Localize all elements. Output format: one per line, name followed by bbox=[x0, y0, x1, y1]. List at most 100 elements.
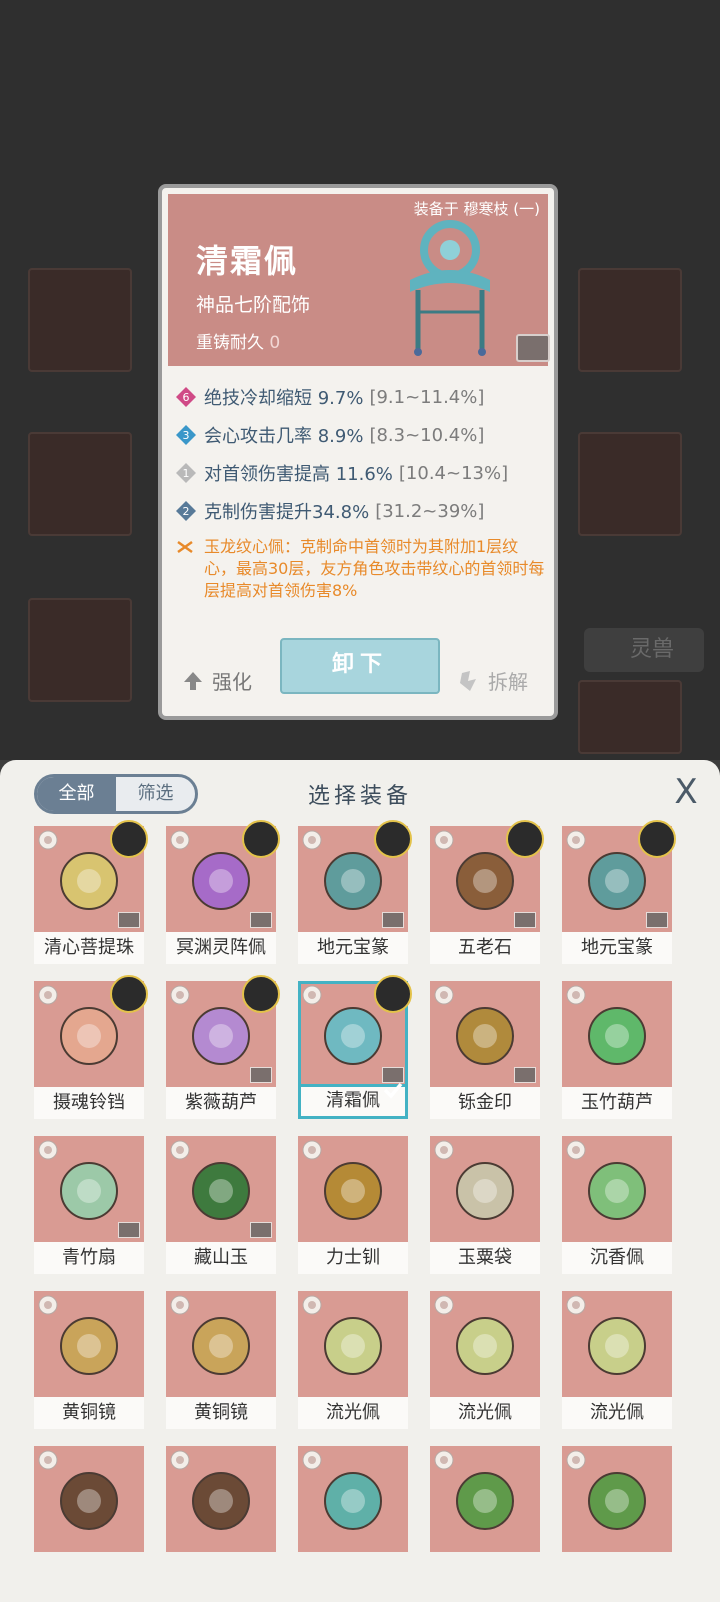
equipment-name: 力士钏 bbox=[298, 1242, 408, 1274]
equipment-tile[interactable]: 摄魂铃铛 bbox=[34, 975, 148, 1119]
recast-label: 重铸耐久 bbox=[196, 333, 264, 353]
equipment-art-icon bbox=[192, 1162, 250, 1221]
equipped-hero-avatar bbox=[374, 820, 412, 858]
equipment-art-icon bbox=[456, 1007, 514, 1066]
equipment-tile[interactable]: 五老石 bbox=[430, 820, 544, 964]
svg-text:2: 2 bbox=[183, 505, 190, 518]
equipment-tile[interactable]: 青竹扇 bbox=[34, 1136, 144, 1274]
equipment-image bbox=[562, 1136, 672, 1242]
equipment-tile[interactable]: 地元宝篆 bbox=[298, 820, 412, 964]
equipment-name: 地元宝篆 bbox=[298, 932, 408, 964]
strengthen-label: 强化 bbox=[212, 670, 252, 694]
equipment-tile[interactable] bbox=[298, 1446, 408, 1584]
equipment-tile[interactable]: 玉竹葫芦 bbox=[562, 981, 672, 1119]
svg-text:1: 1 bbox=[183, 467, 190, 480]
lock-icon bbox=[250, 1067, 272, 1083]
equipped-hero-avatar bbox=[242, 820, 280, 858]
item-name: 清霜佩 bbox=[196, 242, 299, 280]
equipped-hero-avatar bbox=[374, 975, 412, 1013]
equipment-tile[interactable]: 清霜佩 bbox=[298, 975, 412, 1119]
equipment-tile[interactable]: 黄铜镜 bbox=[34, 1291, 144, 1429]
equipment-image bbox=[562, 1446, 672, 1552]
equipment-tile[interactable]: 力士钏 bbox=[298, 1136, 408, 1274]
equipment-art-icon bbox=[60, 1007, 118, 1066]
equipment-image bbox=[430, 981, 540, 1087]
stat-text: 克制伤害提升34.8% bbox=[204, 502, 370, 523]
recast-durability: 重铸耐久 0 bbox=[196, 328, 280, 353]
dismantle-label: 拆解 bbox=[488, 670, 528, 694]
recast-value: 0 bbox=[269, 333, 281, 353]
equipment-art-icon bbox=[456, 1317, 514, 1376]
lock-icon bbox=[250, 912, 272, 928]
bg-spirit-beast-tab: 灵兽 bbox=[584, 628, 704, 672]
equipment-name: 沉香佩 bbox=[562, 1242, 672, 1274]
equipment-tile[interactable]: 藏山玉 bbox=[166, 1136, 276, 1274]
equipped-hero-avatar bbox=[506, 820, 544, 858]
lock-icon bbox=[382, 912, 404, 928]
equipment-tile[interactable]: 铄金印 bbox=[430, 981, 540, 1119]
equipment-tile[interactable]: 清心菩提珠 bbox=[34, 820, 148, 964]
equipped-on-label: 装备于 穆寒枝 (一) bbox=[413, 200, 540, 218]
equipment-tile[interactable]: 紫薇葫芦 bbox=[166, 975, 280, 1119]
equipment-tile[interactable] bbox=[430, 1446, 540, 1584]
bg-equip-slot bbox=[28, 268, 132, 372]
stat-row: 6 绝技冷却缩短 9.7% [9.1~11.4%] bbox=[176, 378, 548, 416]
equipment-image bbox=[298, 1446, 408, 1552]
lock-icon bbox=[118, 912, 140, 928]
item-header: 装备于 穆寒枝 (一) 清霜佩 神品七阶配饰 重铸耐久 0 bbox=[168, 194, 550, 366]
equipment-name: 玉竹葫芦 bbox=[562, 1087, 672, 1119]
equipment-tile[interactable] bbox=[34, 1446, 144, 1584]
stat-row: 2 克制伤害提升34.8% [31.2~39%] bbox=[176, 492, 548, 530]
close-button[interactable]: X bbox=[668, 774, 704, 810]
equipment-tile[interactable]: 流光佩 bbox=[430, 1291, 540, 1429]
equipment-art-icon bbox=[60, 1317, 118, 1376]
equipment-image bbox=[34, 1291, 144, 1397]
equipment-tile[interactable]: 地元宝篆 bbox=[562, 820, 676, 964]
equipment-art-icon bbox=[324, 1007, 382, 1066]
lock-icon bbox=[250, 1222, 272, 1238]
equipment-image bbox=[166, 1291, 276, 1397]
equipment-tile[interactable]: 沉香佩 bbox=[562, 1136, 672, 1274]
equipment-tile[interactable]: 玉粟袋 bbox=[430, 1136, 540, 1274]
equipment-tile[interactable] bbox=[562, 1446, 672, 1584]
stat-level-icon: 1 bbox=[176, 463, 196, 483]
stat-row: 1 对首领伤害提高 11.6% [10.4~13%] bbox=[176, 454, 548, 492]
unequip-button[interactable]: 卸下 bbox=[280, 638, 440, 694]
svg-text:6: 6 bbox=[183, 391, 190, 404]
stat-range: [8.3~10.4%] bbox=[369, 424, 485, 446]
equipment-image bbox=[166, 1136, 276, 1242]
equipment-image bbox=[562, 981, 672, 1087]
strengthen-button[interactable]: 强化 bbox=[182, 666, 252, 695]
equipment-tile[interactable]: 黄铜镜 bbox=[166, 1291, 276, 1429]
lock-button[interactable] bbox=[516, 334, 550, 362]
equipment-image bbox=[430, 1446, 540, 1552]
equipment-tile[interactable]: 冥渊灵阵佩 bbox=[166, 820, 280, 964]
panel-title: 选择装备 bbox=[307, 784, 412, 809]
equipment-tile[interactable]: 流光佩 bbox=[562, 1291, 672, 1429]
equipment-art-icon bbox=[456, 1162, 514, 1221]
equipment-name: 黄铜镜 bbox=[166, 1397, 276, 1429]
equipment-name: 流光佩 bbox=[562, 1397, 672, 1429]
item-detail-card: 装备于 穆寒枝 (一) 清霜佩 神品七阶配饰 重铸耐久 0 6 绝技冷却缩短 9.… bbox=[158, 184, 558, 720]
equipped-hero-avatar bbox=[110, 820, 148, 858]
bg-equip-slot bbox=[28, 598, 132, 702]
equipment-name: 紫薇葫芦 bbox=[166, 1087, 276, 1119]
stat-range: [9.1~11.4%] bbox=[369, 386, 485, 408]
select-equipment-panel: 全部 筛选 选择装备 X 清心菩提珠 冥渊灵阵佩 地元宝篆 五老石 地元宝篆 摄魂铃铛 紫薇… bbox=[0, 760, 720, 1602]
equipment-art-icon bbox=[60, 1162, 118, 1221]
equipment-art-icon bbox=[192, 1007, 250, 1066]
set-effect: 玉龙纹心佩：克制命中首领时为其附加1层纹心，最高30层，友方角色攻击带纹心的首领… bbox=[176, 536, 548, 602]
equipment-art-icon bbox=[324, 1317, 382, 1376]
dismantle-icon bbox=[460, 670, 476, 691]
equipment-tile[interactable] bbox=[166, 1446, 276, 1584]
lock-icon bbox=[646, 912, 668, 928]
equipment-tile[interactable]: 流光佩 bbox=[298, 1291, 408, 1429]
equipment-art-icon bbox=[324, 1472, 382, 1531]
equipment-name: 地元宝篆 bbox=[562, 932, 672, 964]
equipment-art-icon bbox=[324, 1162, 382, 1221]
equipment-art-icon bbox=[588, 852, 646, 911]
equipment-art-icon bbox=[588, 1007, 646, 1066]
dismantle-button[interactable]: 拆解 bbox=[458, 666, 528, 695]
equipment-name: 流光佩 bbox=[298, 1397, 408, 1429]
equipment-image bbox=[430, 1136, 540, 1242]
